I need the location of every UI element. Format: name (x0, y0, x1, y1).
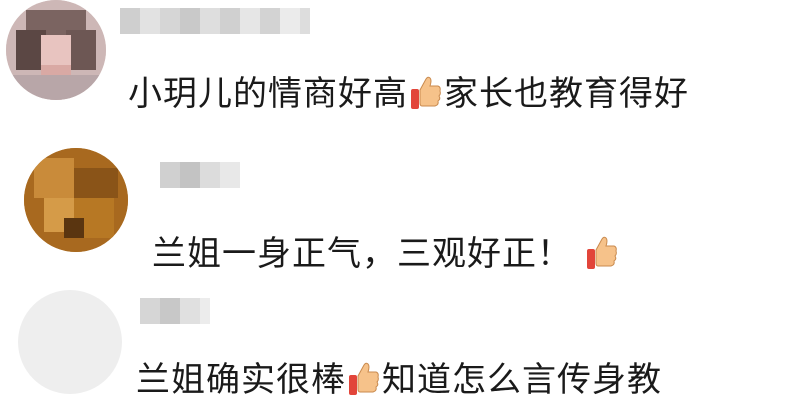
comment-item: 兰姐一身正气，三观好正！ (0, 140, 790, 280)
comment-text-part: 知道怎么言传身教 (382, 360, 662, 400)
avatar[interactable] (6, 0, 106, 100)
comment-text-part: 家长也教育得好 (444, 74, 689, 114)
comment-item: 兰姐确实很棒 知道怎么言传身教 (0, 280, 790, 403)
comment-item: 小玥儿的情商好高 家长也教育得好 (0, 0, 790, 140)
comment-list: 小玥儿的情商好高 家长也教育得好 兰姐一身正气，三观好正！ 兰姐确实很棒 知道怎… (0, 0, 790, 403)
comment-text-part: 小玥儿的情商好高 (128, 74, 408, 114)
comment-text-part: 兰姐一身正气，三观好正！ (152, 234, 572, 274)
avatar[interactable] (24, 148, 128, 252)
avatar[interactable] (18, 290, 122, 394)
username-blurred[interactable] (120, 8, 310, 34)
comment-text: 兰姐一身正气，三观好正！ (152, 234, 620, 274)
thumbs-up-icon (586, 235, 618, 271)
username-blurred[interactable] (160, 162, 240, 188)
username-blurred[interactable] (140, 298, 210, 324)
comment-text-part: 兰姐确实很棒 (136, 360, 346, 400)
thumbs-up-icon (410, 75, 442, 111)
thumbs-up-icon (348, 361, 380, 397)
comment-text: 兰姐确实很棒 知道怎么言传身教 (136, 360, 662, 400)
comment-text: 小玥儿的情商好高 家长也教育得好 (128, 74, 689, 114)
